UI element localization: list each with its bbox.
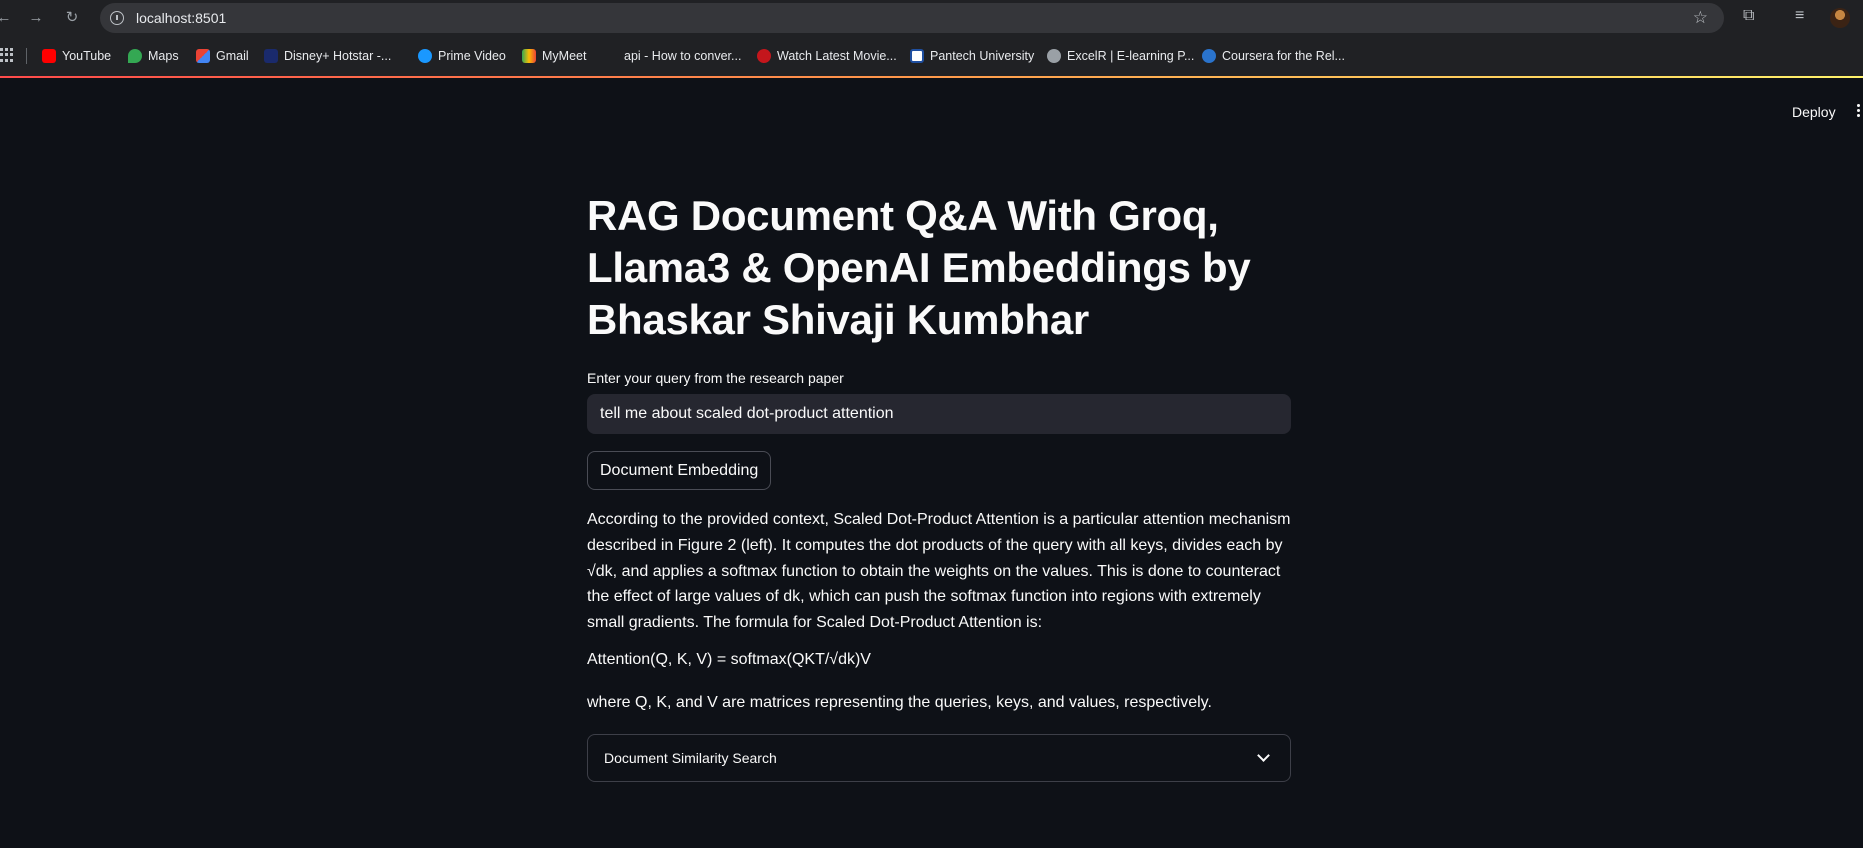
expander-label: Document Similarity Search [604, 750, 777, 766]
bookmark-star-icon[interactable]: ☆ [1693, 8, 1708, 28]
bookmark-excelr[interactable]: ExcelR | E-learning P... [1047, 47, 1194, 65]
globe-icon [1047, 49, 1061, 63]
app-header-decoration [0, 76, 1863, 78]
main-menu-icon[interactable] [1857, 104, 1861, 120]
bookmark-maps[interactable]: Maps [128, 47, 179, 65]
forward-icon[interactable]: → [26, 8, 46, 28]
bookmarks-bar: YouTube Maps Gmail Disney+ Hotstar -... … [0, 36, 1863, 76]
mymeet-icon [522, 49, 536, 63]
reload-icon[interactable]: ↻ [62, 8, 82, 28]
media-controls-icon[interactable]: ≡ [1795, 7, 1804, 25]
hotstar-icon [264, 49, 278, 63]
bookmark-prime-video[interactable]: Prime Video [418, 47, 506, 65]
site-info-icon[interactable] [110, 11, 124, 25]
youtube-icon [42, 49, 56, 63]
maps-icon [128, 49, 142, 63]
query-input[interactable] [587, 394, 1291, 434]
gmail-icon [196, 49, 210, 63]
pantech-icon [910, 49, 924, 63]
coursera-icon [1202, 49, 1216, 63]
chevron-down-icon [1257, 749, 1270, 762]
bookmark-api[interactable]: api - How to conver... [624, 47, 741, 65]
page-title: RAG Document Q&A With Groq, Llama3 & Ope… [587, 192, 1251, 343]
formula-explanation: where Q, K, and V are matrices represent… [587, 694, 1212, 711]
document-embedding-button[interactable]: Document Embedding [587, 451, 772, 490]
deploy-button[interactable]: Deploy [1792, 104, 1836, 120]
address-bar[interactable]: localhost:8501 ☆ [100, 3, 1724, 33]
prime-video-icon [418, 49, 432, 63]
query-label: Enter your query from the research paper [587, 370, 844, 386]
profile-avatar[interactable] [1830, 8, 1850, 28]
bookmark-pantech[interactable]: Pantech University [910, 47, 1034, 65]
answer-text: According to the provided context, Scale… [587, 511, 1291, 632]
url-text[interactable]: localhost:8501 [136, 10, 226, 26]
similarity-search-expander[interactable]: Document Similarity Search [587, 734, 1291, 782]
movie-icon [757, 49, 771, 63]
bookmark-youtube[interactable]: YouTube [42, 47, 111, 65]
apps-grid-icon[interactable] [0, 48, 14, 62]
bookmark-hotstar[interactable]: Disney+ Hotstar -... [264, 47, 391, 65]
bookmarks-separator [26, 48, 27, 64]
extensions-icon[interactable]: ⧉ [1743, 7, 1754, 25]
back-icon[interactable]: ← [0, 8, 14, 28]
bookmark-coursera[interactable]: Coursera for the Rel... [1202, 47, 1345, 65]
bookmark-gmail[interactable]: Gmail [196, 47, 249, 65]
bookmark-mymeet[interactable]: MyMeet [522, 47, 586, 65]
bookmark-watch-movies[interactable]: Watch Latest Movie... [757, 47, 897, 65]
attention-formula: Attention(Q, K, V) = softmax(QKT/√dk)V [587, 651, 871, 668]
browser-toolbar: ← → ↻ localhost:8501 ☆ ⧉ ≡ [0, 0, 1863, 36]
